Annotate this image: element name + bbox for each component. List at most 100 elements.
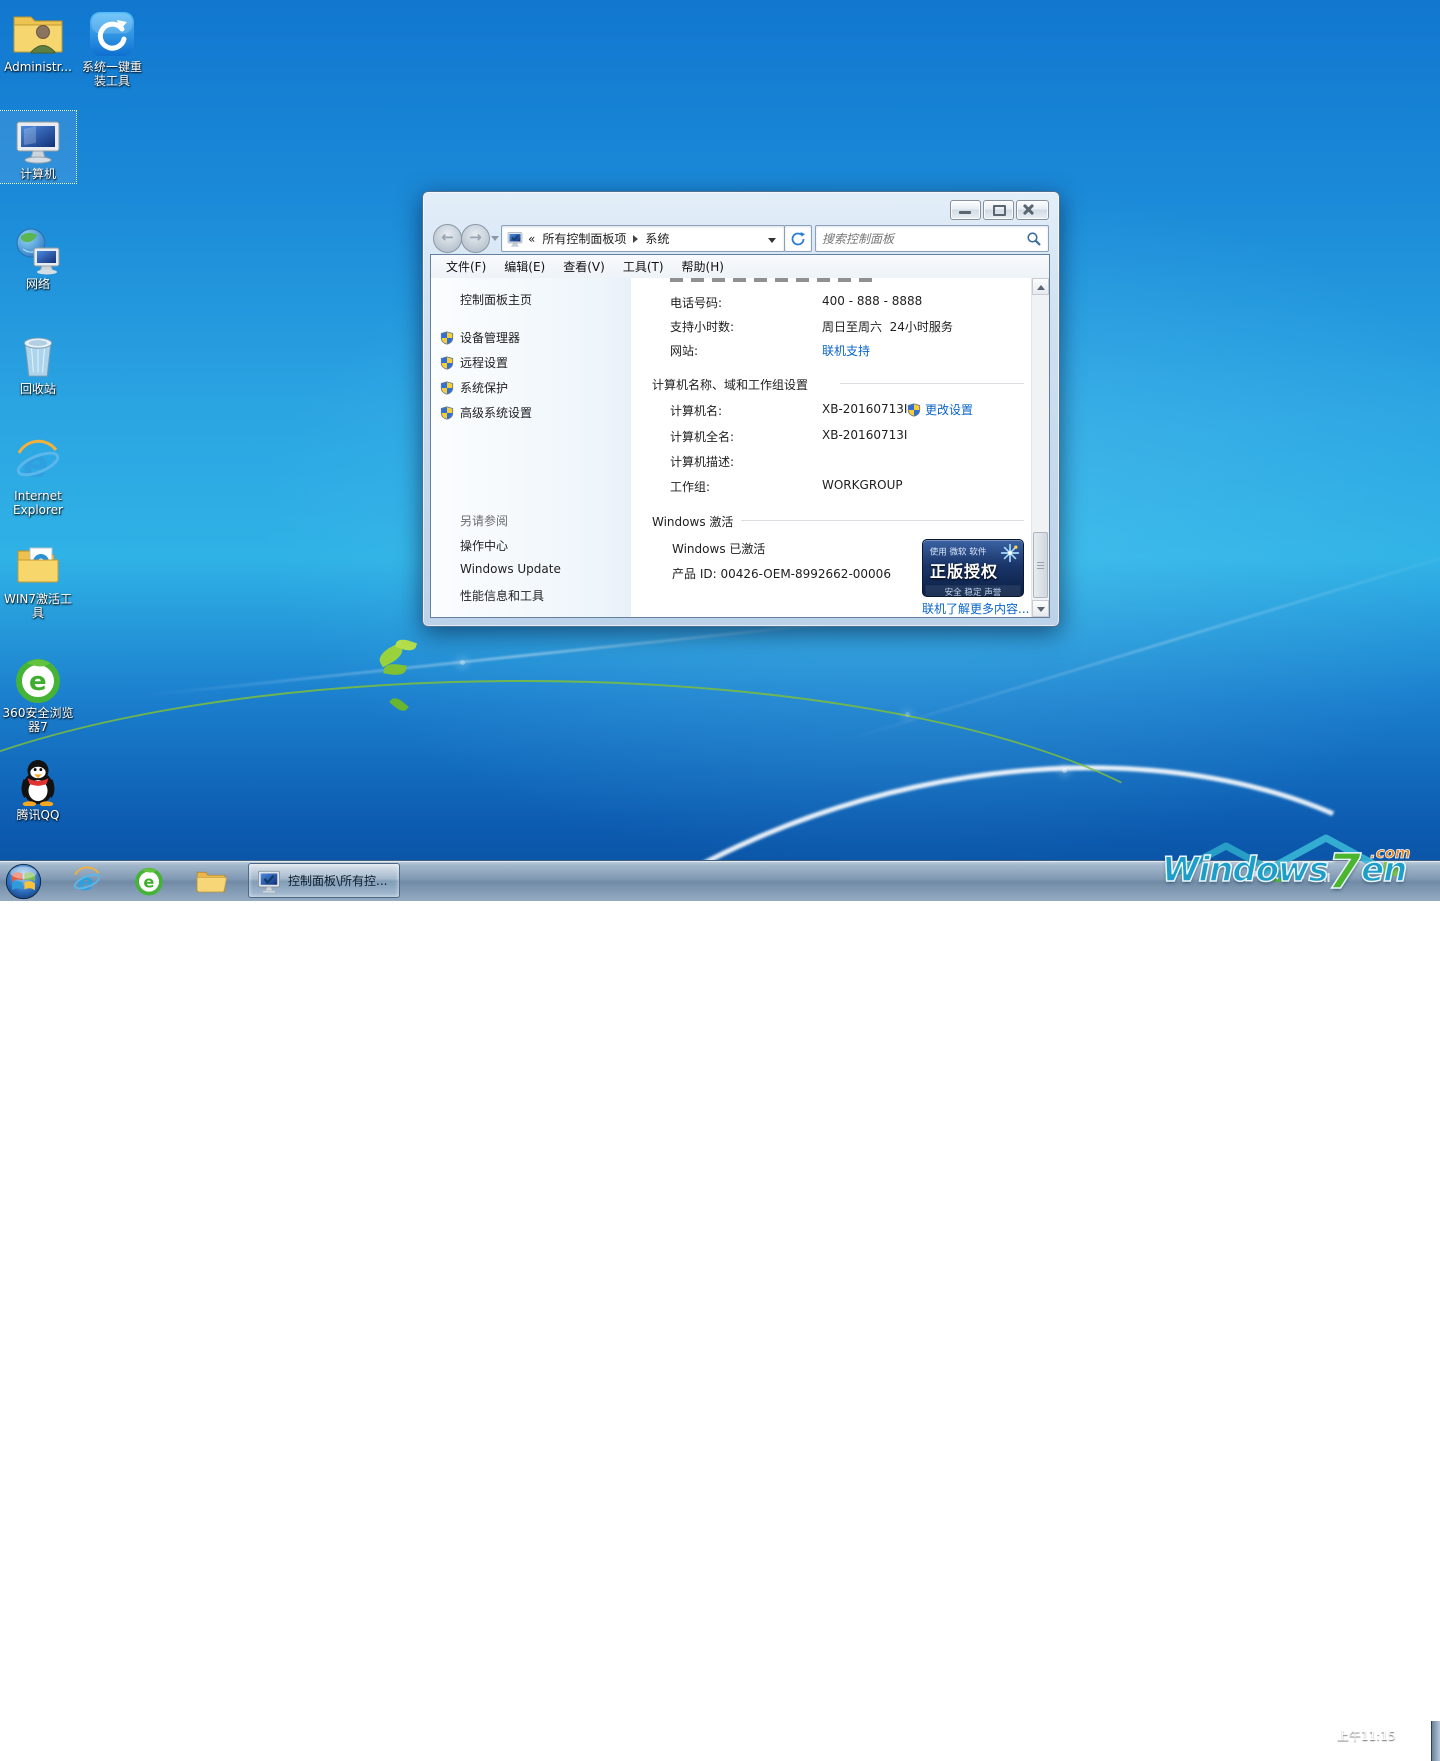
desktop-icon-internet-explorer[interactable]: Internet Explorer: [0, 433, 76, 519]
computer-icon: [14, 117, 62, 165]
window-body: 控制面板主页 设备管理器 远程设置 系统保护: [431, 278, 1049, 617]
sidebar-item-control-panel-home[interactable]: 控制面板主页: [460, 291, 532, 308]
system-page-icon: [507, 231, 523, 247]
control-panel-icon: [257, 869, 281, 893]
taskbar-active-window-button[interactable]: 控制面板\所有控...: [248, 863, 400, 898]
clipped-text-row: [670, 278, 875, 282]
refresh-button[interactable]: [784, 225, 812, 252]
computer-description-label: 计算机描述:: [670, 453, 822, 470]
sidebar-item-performance-tools[interactable]: 性能信息和工具: [460, 587, 544, 604]
content-pane: 电话号码: 400 - 888 - 8888 支持小时数: 周日至周六 24小时…: [631, 278, 1032, 617]
sidebar-item-windows-update[interactable]: Windows Update: [460, 562, 561, 576]
website-row: 网站: 联机支持: [670, 342, 870, 359]
sidebar-item-device-manager[interactable]: 设备管理器: [440, 329, 520, 346]
desktop-icon-qq[interactable]: 腾讯QQ: [0, 752, 76, 824]
desktop-icon-label: 360安全浏览 器7: [0, 706, 76, 734]
maximize-icon: [993, 205, 1006, 216]
wallpaper-sparkle: [460, 660, 465, 665]
uac-shield-icon: [440, 381, 454, 395]
product-id: 产品 ID: 00426-OEM-8992662-00006: [672, 565, 891, 582]
sidebar-item-system-protection[interactable]: 系统保护: [440, 379, 508, 396]
forward-button[interactable]: →: [461, 224, 490, 253]
360-browser-icon: [14, 656, 62, 704]
change-settings-link[interactable]: 更改设置: [907, 401, 973, 418]
breadcrumb-system[interactable]: 系统: [645, 230, 669, 247]
menu-view[interactable]: 查看(V): [554, 255, 614, 278]
nav-history-dropdown[interactable]: [491, 236, 499, 241]
learn-more-online-link[interactable]: 联机了解更多内容...: [922, 600, 1029, 617]
phone-label: 电话号码:: [670, 294, 822, 311]
desktop-icon-label: 腾讯QQ: [0, 808, 76, 822]
win7-activator-icon: [14, 542, 62, 590]
desktop-icon-label: 系统一键重 装工具: [74, 60, 150, 88]
search-input[interactable]: [816, 232, 1026, 246]
antivirus-check-icon[interactable]: [1271, 869, 1285, 883]
support-hours-label: 支持小时数:: [670, 318, 822, 335]
scroll-up-icon: [1037, 285, 1045, 290]
desktop: Administr... 系统一键重 装工具 计算机 网络 回收站 Intern…: [0, 0, 1440, 900]
computer-name-label: 计算机名:: [670, 402, 822, 419]
desktop-icon-label: Administr...: [0, 60, 76, 74]
chevron-down-icon: [768, 238, 776, 243]
uac-shield-icon: [440, 331, 454, 345]
computer-name-section-header: 计算机名称、域和工作组设置: [652, 376, 808, 393]
sidebar-item-advanced-settings[interactable]: 高级系统设置: [440, 404, 532, 421]
search-icon[interactable]: [1026, 231, 1042, 247]
desktop-icon-360-browser[interactable]: 360安全浏览 器7: [0, 650, 76, 736]
taskbar-clock[interactable]: 上午11:15: [1337, 1727, 1396, 1744]
recycle-bin-icon: [16, 330, 60, 380]
show-desktop-button[interactable]: [1431, 1721, 1440, 1761]
desktop-icon-win7-activator[interactable]: WIN7激活工 具: [0, 536, 76, 622]
scroll-down-icon: [1037, 607, 1045, 612]
taskbar-internet-explorer[interactable]: [70, 865, 104, 897]
menu-edit[interactable]: 编辑(E): [495, 255, 554, 278]
genuine-software-badge[interactable]: 使用 微软 软件 正版授权 安全 稳定 声誉: [922, 539, 1024, 597]
close-button[interactable]: [1016, 200, 1049, 220]
minimize-button[interactable]: [950, 200, 981, 220]
desktop-icon-label: WIN7激活工 具: [0, 592, 76, 620]
vertical-scrollbar[interactable]: [1031, 278, 1049, 617]
address-dropdown[interactable]: [768, 232, 776, 246]
computer-description-row: 计算机描述:: [670, 453, 822, 470]
menu-tools[interactable]: 工具(T): [614, 255, 673, 278]
desktop-icon-computer[interactable]: 计算机: [0, 111, 76, 183]
desktop-icon-recycle-bin[interactable]: 回收站: [0, 326, 76, 398]
sidebar-see-also-header: 另请参阅: [460, 512, 508, 529]
menu-file[interactable]: 文件(F): [437, 255, 495, 278]
refresh-icon: [790, 231, 806, 247]
sidebar-item-label: 高级系统设置: [460, 404, 532, 421]
sidebar-item-action-center[interactable]: 操作中心: [460, 537, 508, 554]
computer-fullname-label: 计算机全名:: [670, 428, 822, 445]
taskbar-windows-explorer[interactable]: [194, 865, 228, 897]
desktop-icon-administrator[interactable]: Administr...: [0, 4, 76, 76]
wallpaper-leaf: [389, 695, 409, 713]
phone-value: 400 - 888 - 8888: [822, 294, 922, 311]
computer-name-row: 计算机名: XB-20160713I: [670, 402, 907, 419]
task-button-label: 控制面板\所有控...: [288, 872, 388, 889]
scroll-down-button[interactable]: [1032, 600, 1049, 617]
scrollbar-thumb[interactable]: [1033, 532, 1048, 598]
sidebar-item-label: 系统保护: [460, 379, 508, 396]
menu-help[interactable]: 帮助(H): [673, 255, 733, 278]
breadcrumb-overflow[interactable]: «: [528, 232, 535, 246]
breadcrumb-all-control-panel[interactable]: 所有控制面板项: [542, 230, 626, 247]
taskbar-360-browser[interactable]: [132, 865, 166, 897]
address-bar[interactable]: « 所有控制面板项 系统: [501, 225, 785, 252]
maximize-button[interactable]: [983, 200, 1014, 220]
chevron-down-icon: [491, 236, 499, 241]
start-button[interactable]: [4, 865, 42, 897]
scroll-up-button[interactable]: [1032, 278, 1049, 295]
desktop-icon-network[interactable]: 网络: [0, 221, 76, 293]
workgroup-label: 工作组:: [670, 478, 822, 495]
sidebar-item-remote-settings[interactable]: 远程设置: [440, 354, 508, 371]
desktop-icon-label: 回收站: [0, 382, 76, 396]
network-status-icon[interactable]: [1316, 870, 1330, 883]
volume-icon[interactable]: [1294, 870, 1307, 883]
desktop-icon-reinstall-tool[interactable]: 系统一键重 装工具: [74, 4, 150, 90]
wallpaper-light-arc: [351, 656, 1440, 1613]
action-center-flag-icon[interactable]: [1249, 870, 1262, 883]
change-settings-label: 更改设置: [925, 401, 973, 418]
sidebar-item-label: 设备管理器: [460, 329, 520, 346]
back-button[interactable]: ←: [433, 224, 462, 253]
online-support-link[interactable]: 联机支持: [822, 342, 870, 359]
